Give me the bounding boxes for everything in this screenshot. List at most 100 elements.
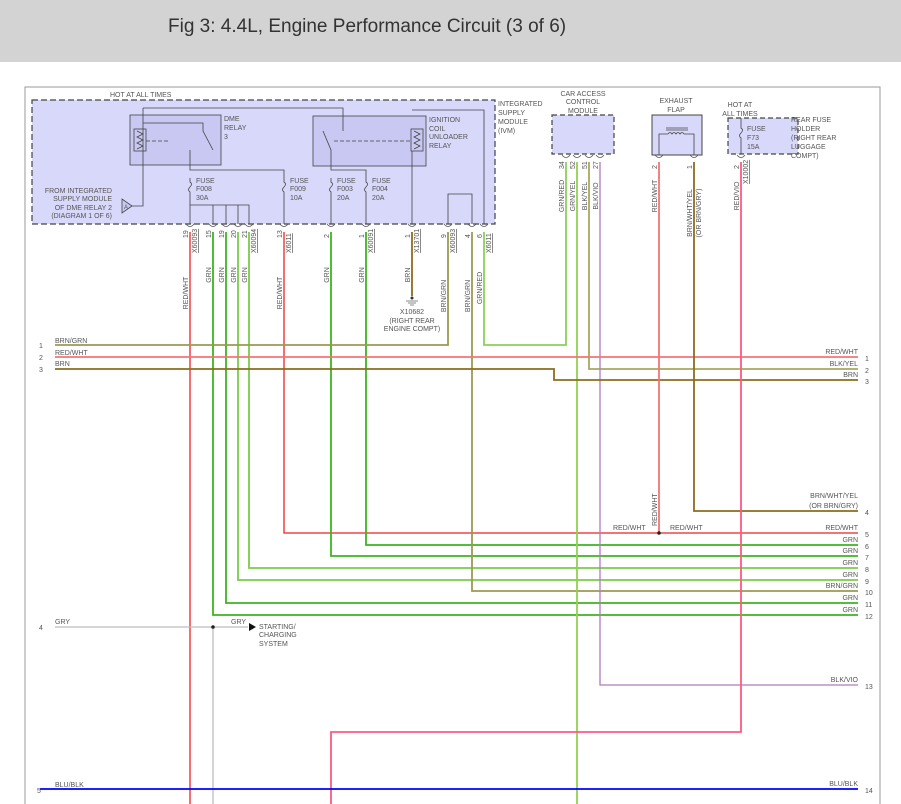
starting-charging-link[interactable]: SYSTEM [259, 641, 288, 648]
rear-fuse-name: (RIGHT REAR [791, 135, 836, 142]
fuse-f008-label: 30A [196, 195, 209, 202]
fuse-f004-label: FUSE [372, 178, 391, 185]
wire-label: GRN [206, 267, 213, 283]
connector-id: X60093 [450, 229, 457, 253]
fuse-f003-label: 20A [337, 195, 350, 202]
wire-label: BLU/BLK [55, 782, 84, 789]
exhaust-name: FLAP [667, 107, 685, 114]
wire-13-red-wht [283, 232, 858, 534]
wire-label: GRN [842, 548, 858, 555]
from-ivm-label: (DIAGRAM 1 OF 6) [51, 213, 112, 220]
wire-19-grn [225, 232, 858, 604]
ground-x10682: X10682 (RIGHT REAR ENGINE COMPT) [384, 296, 440, 333]
wire-label: GRN [324, 267, 331, 283]
rear-fuse-box [727, 117, 799, 155]
line-number: 10 [865, 590, 873, 597]
wire-1-grn [365, 232, 858, 546]
line-number: 2 [865, 368, 869, 375]
ground-location: (RIGHT REAR [389, 318, 434, 325]
line-number: 3 [39, 367, 43, 374]
wire-label: GRY [55, 619, 70, 626]
pin-number: 2 [734, 165, 741, 169]
wire-label: (OR BRN/GRY) [696, 189, 703, 238]
line-number: 4 [865, 510, 869, 517]
arrow-right-icon[interactable] [249, 623, 256, 631]
fuse-f73-label: 15A [747, 144, 760, 151]
rear-fuse-name: LUGGAGE [791, 144, 826, 151]
dme-relay-label: 3 [224, 134, 228, 141]
from-ivm-label: FROM INTEGRATED [45, 188, 112, 195]
line-number: 13 [865, 684, 873, 691]
line-number: 12 [865, 614, 873, 621]
wire-label: GRN [231, 267, 238, 283]
wire-label: RED/WHT [825, 525, 858, 532]
wire-label: RED/WHT [652, 179, 659, 212]
line-number: 5 [865, 532, 869, 539]
line-number: 5 [37, 788, 41, 795]
wire-label: GRN [842, 595, 858, 602]
wire-label: RED/WHT [183, 276, 190, 309]
pin-number: 4 [465, 234, 472, 238]
connector-id: X6011 [286, 233, 293, 253]
fuse-f004-label: 20A [372, 195, 385, 202]
connector-id: X60094 [251, 229, 258, 253]
line-number: 7 [865, 555, 869, 562]
pin-number: 9 [441, 234, 448, 238]
wiring-diagram: HOT AT ALL TIMES INTEGRATED SUPPLY MODUL… [24, 86, 881, 804]
pin-number: 19 [219, 230, 226, 238]
line-number: 3 [865, 379, 869, 386]
wire-label: BRN/WHT/YEL [810, 493, 858, 500]
wire-label: (OR BRN/GRY) [809, 503, 858, 510]
line-number: 11 [865, 602, 872, 609]
wire-label: RED/WHT [277, 276, 284, 309]
starting-charging-link[interactable]: STARTING/ [259, 624, 296, 631]
pin-number: 13 [277, 230, 284, 238]
connector-id: X60093 [192, 229, 199, 253]
from-ivm-label: SUPPLY MODULE [53, 196, 112, 203]
pin-number: 52 [570, 161, 577, 169]
ignition-relay-label: IGNITION [429, 117, 460, 124]
wire-label: GRN/YEL [570, 181, 577, 212]
ignition-relay-label: RELAY [429, 143, 452, 150]
pin-number: 27 [593, 161, 600, 169]
cas-box [551, 114, 615, 155]
starting-charging-link[interactable]: CHARGING [259, 632, 297, 639]
line-number: 1 [39, 343, 43, 350]
wire-label: BLU/BLK [829, 781, 858, 788]
wire-label: GRN/RED [477, 272, 484, 304]
exhaust-flap: EXHAUST FLAP [651, 98, 703, 156]
wire-15-grn [212, 232, 858, 616]
ivm-hot-label: HOT AT ALL TIMES [110, 92, 172, 99]
ignition-relay-label: COIL [429, 126, 445, 133]
fuse-f008-label: FUSE [196, 178, 215, 185]
fuse-f73-label: FUSE [747, 126, 766, 133]
pin-number: 34 [559, 161, 566, 169]
fuse-f004-label: F004 [372, 186, 388, 193]
pin-number: 2 [652, 165, 659, 169]
wire-label: BRN [405, 268, 412, 283]
right-line-labels: 1 RED/WHT 2 BLK/YEL 3 BRN 4 BRN/WHT/YEL (OR BRN/… [809, 349, 873, 795]
connector-pin-icon [561, 154, 571, 158]
wire-21-grn [248, 232, 858, 569]
wire-label: BLK/VIO [831, 677, 859, 684]
diagram-reference-letter: A [124, 205, 128, 211]
wire-label: BLK/VIO [593, 182, 600, 210]
ignition-relay-label: UNLOADER [429, 134, 468, 141]
wire-label: RED/WHT [55, 350, 88, 357]
pin-number: 6 [477, 234, 484, 238]
line-number: 9 [865, 579, 869, 586]
wire-blk-yel [588, 162, 858, 370]
rear-fuse-name: REAR FUSE [791, 117, 831, 124]
line-number: 8 [865, 567, 869, 574]
wire-label: BRN [55, 361, 70, 368]
wire-label: RED/WHT [613, 525, 646, 532]
rear-fuse-holder: HOT AT ALL TIMES FUSE F73 15A REAR FUSE … [722, 102, 836, 160]
pin-number: 15 [206, 230, 213, 238]
fuse-f009-label: F009 [290, 186, 306, 193]
cas-name: CONTROL [566, 99, 600, 106]
ivm-name: MODULE [498, 119, 528, 126]
pin-number: 51 [582, 161, 589, 169]
wire-label: BRN [843, 372, 858, 379]
wire-label: BRN/GRN [826, 583, 858, 590]
wire-blk-vio [599, 162, 858, 686]
